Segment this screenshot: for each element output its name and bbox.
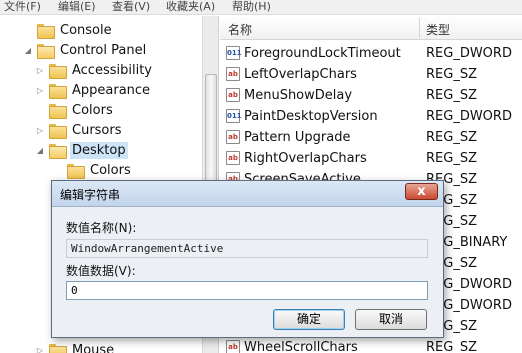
ok-button[interactable]: 确定: [273, 309, 345, 330]
value-type: REG_DWORD: [426, 46, 512, 61]
column-header-type[interactable]: 类型: [426, 21, 450, 38]
tree-item-colors[interactable]: Colors: [34, 100, 115, 120]
value-type: REG_SZ: [426, 130, 477, 145]
tree-item-appearance[interactable]: ▷ Appearance: [34, 80, 152, 100]
dialog-titlebar[interactable]: 编辑字符串 x: [52, 181, 443, 207]
tree-item-mouse[interactable]: ▷ Mouse: [34, 340, 116, 353]
value-name: ForegroundLockTimeout: [244, 46, 401, 61]
binary-value-icon: 011: [226, 46, 242, 60]
value-name-field: WindowArrangementActive: [66, 239, 428, 258]
edit-string-dialog: 编辑字符串 x 数值名称(N): WindowArrangementActive…: [51, 180, 444, 338]
value-type: REG_SZ: [426, 151, 477, 166]
menu-edit[interactable]: 编辑(E): [58, 0, 96, 14]
list-row[interactable]: ab Pattern Upgrade REG_SZ: [220, 127, 522, 148]
folder-open-icon: [37, 43, 55, 59]
tree-item-label: Desktop: [70, 141, 128, 159]
value-type: REG_DWORD: [426, 109, 512, 124]
menu-view[interactable]: 查看(V): [112, 0, 150, 14]
list-header: 名称 类型: [220, 16, 522, 40]
list-row[interactable]: 011 PaintDesktopVersion REG_DWORD: [220, 106, 522, 127]
folder-open-icon: [49, 143, 67, 159]
folder-icon: [49, 83, 67, 99]
expanded-arrow-icon[interactable]: ◢: [22, 46, 34, 55]
collapsed-arrow-icon[interactable]: ▷: [34, 86, 46, 95]
collapsed-arrow-icon[interactable]: ▷: [34, 126, 46, 135]
tree-item-label: Console: [60, 22, 112, 38]
folder-icon: [49, 63, 67, 79]
value-data-input[interactable]: 0: [66, 281, 428, 300]
string-value-icon: ab: [226, 130, 240, 144]
folder-icon: [37, 23, 55, 39]
tree-item-label: Accessibility: [72, 62, 152, 78]
string-value-icon: ab: [226, 67, 240, 81]
tree-item-accessibility[interactable]: ▷ Accessibility: [34, 60, 154, 80]
close-button[interactable]: x: [405, 183, 438, 200]
expanded-arrow-icon[interactable]: ◢: [34, 146, 46, 155]
close-icon: x: [417, 184, 426, 199]
cancel-button[interactable]: 取消: [355, 309, 427, 330]
string-value-icon: ab: [226, 151, 240, 165]
value-type: REG_SZ: [426, 340, 477, 353]
value-name: Pattern Upgrade: [244, 130, 351, 145]
value-name: MenuShowDelay: [244, 88, 353, 103]
tree-item-control-panel[interactable]: ◢ Control Panel: [22, 40, 148, 60]
collapsed-arrow-icon[interactable]: ▷: [34, 66, 46, 75]
column-header-name[interactable]: 名称: [228, 21, 252, 38]
folder-icon: [49, 343, 67, 353]
tree-item-cursors[interactable]: ▷ Cursors: [34, 120, 124, 140]
tree-item-label: Control Panel: [60, 42, 147, 58]
list-row[interactable]: 011 ForegroundLockTimeout REG_DWORD: [220, 43, 522, 64]
menu-help[interactable]: 帮助(H): [232, 0, 271, 14]
tree-item-desktop-colors[interactable]: Colors: [52, 160, 133, 180]
dialog-title: 编辑字符串: [60, 188, 121, 202]
menu-file[interactable]: 文件(F): [4, 0, 41, 14]
tree-item-label: Colors: [72, 102, 113, 118]
folder-icon: [49, 123, 67, 139]
value-name: RightOverlapChars: [244, 151, 367, 166]
string-value-icon: ab: [226, 340, 240, 353]
value-name-label: 数值名称(N):: [66, 221, 137, 235]
list-row[interactable]: ab LeftOverlapChars REG_SZ: [220, 64, 522, 85]
tree-item-console[interactable]: Console: [22, 20, 114, 40]
tree-item-label: Mouse: [72, 342, 115, 353]
column-divider[interactable]: [419, 18, 420, 38]
list-row[interactable]: ab MenuShowDelay REG_SZ: [220, 85, 522, 106]
tree-item-label: Cursors: [72, 122, 122, 138]
value-name: LeftOverlapChars: [244, 67, 357, 82]
value-data-label: 数值数据(V):: [66, 264, 136, 278]
value-type: REG_SZ: [426, 88, 477, 103]
tree-item-label: Appearance: [72, 82, 151, 98]
menu-bar: 文件(F) 编辑(E) 查看(V) 收藏夹(A) 帮助(H): [0, 0, 522, 15]
tree-item-desktop[interactable]: ◢ Desktop: [34, 140, 128, 160]
tree-item-label: Colors: [90, 162, 131, 178]
string-value-icon: ab: [226, 88, 240, 102]
value-name: WheelScrollChars: [244, 340, 358, 353]
value-name: PaintDesktopVersion: [244, 109, 378, 124]
list-row[interactable]: ab WheelScrollChars REG_SZ: [220, 337, 522, 353]
folder-icon: [49, 103, 67, 119]
folder-icon: [67, 163, 85, 179]
value-type: REG_SZ: [426, 67, 477, 82]
binary-value-icon: 011: [226, 109, 242, 123]
collapsed-arrow-icon[interactable]: ▷: [34, 346, 46, 353]
list-row[interactable]: ab RightOverlapChars REG_SZ: [220, 148, 522, 169]
menu-favorites[interactable]: 收藏夹(A): [166, 0, 215, 14]
